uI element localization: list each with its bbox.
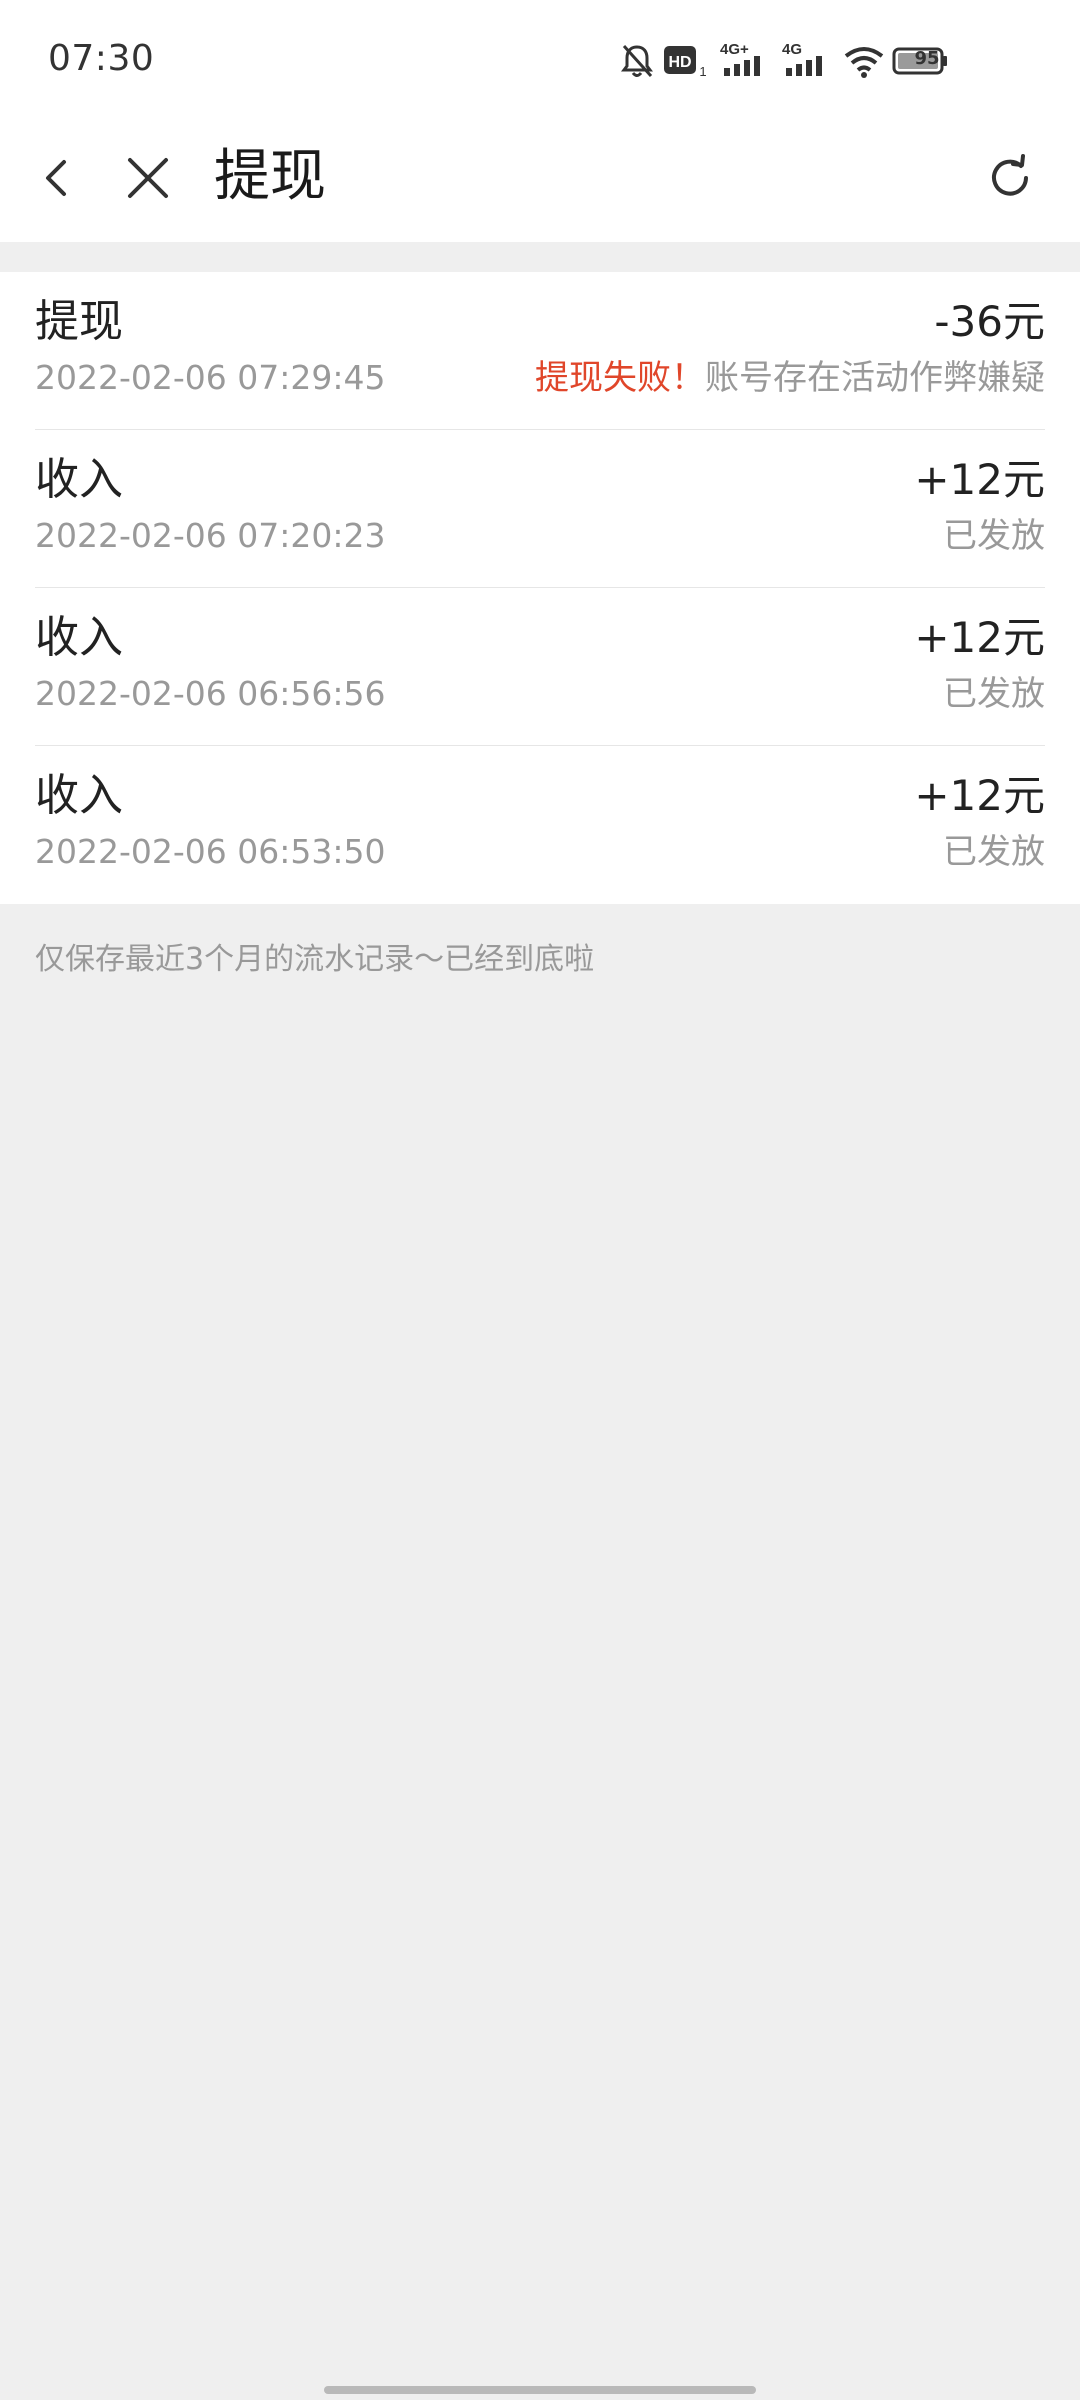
svg-text:4G+: 4G+ [720, 41, 749, 58]
transaction-time: 2022-02-06 07:29:45 [35, 358, 386, 397]
transaction-amount: -36元 [934, 297, 1045, 346]
transaction-title: 收入 [35, 770, 123, 821]
home-indicator[interactable] [324, 2386, 756, 2394]
4g-signal-icon: 4G [782, 41, 822, 76]
transaction-row[interactable]: 提现 2022-02-06 07:29:45 -36元 提现失败！账号存在活动作… [35, 272, 1045, 430]
footer-note: 仅保存最近3个月的流水记录～已经到底啦 [35, 942, 595, 977]
transaction-status: 已发放 [943, 832, 1045, 872]
app-header: 提现 [0, 120, 1080, 242]
svg-text:1: 1 [699, 64, 706, 79]
transaction-row[interactable]: 收入 2022-02-06 06:53:50 +12元 已发放 [35, 746, 1045, 904]
transaction-time: 2022-02-06 07:20:23 [35, 516, 386, 555]
transaction-amount: +12元 [914, 613, 1045, 662]
withdraw-failed-label: 提现失败！ [535, 358, 705, 398]
transaction-status: 提现失败！账号存在活动作弊嫌疑 [535, 356, 1045, 400]
transaction-amount: +12元 [914, 455, 1045, 504]
transaction-time: 2022-02-06 06:56:56 [35, 674, 386, 713]
status-time: 07:30 [48, 38, 155, 79]
transaction-status: 已发放 [943, 674, 1045, 714]
mute-bell-icon [621, 44, 653, 78]
4g-plus-signal-icon: 4G+ [720, 41, 760, 76]
transaction-title: 提现 [35, 296, 123, 347]
transaction-title: 收入 [35, 454, 123, 505]
transaction-row[interactable]: 收入 2022-02-06 07:20:23 +12元 已发放 [35, 430, 1045, 588]
transaction-row[interactable]: 收入 2022-02-06 06:56:56 +12元 已发放 [35, 588, 1045, 746]
svg-text:4G: 4G [782, 41, 802, 58]
status-icons: HD 1 4G+ 4G 95 [620, 40, 950, 84]
page-title: 提现 [214, 144, 326, 209]
svg-text:HD: HD [668, 54, 691, 71]
status-bar: 07:30 HD 1 4G+ 4G 95 [0, 0, 1080, 120]
hd-icon: HD 1 [664, 46, 707, 79]
back-icon[interactable] [28, 148, 88, 208]
wifi-icon [844, 47, 884, 78]
transaction-title: 收入 [35, 612, 123, 663]
transaction-list: 提现 2022-02-06 07:29:45 -36元 提现失败！账号存在活动作… [0, 272, 1080, 904]
status-reason: 账号存在活动作弊嫌疑 [705, 358, 1045, 398]
battery-level: 95 [914, 48, 940, 69]
close-icon[interactable] [118, 148, 178, 208]
transaction-time: 2022-02-06 06:53:50 [35, 832, 386, 871]
transaction-status: 已发放 [943, 516, 1045, 556]
transaction-amount: +12元 [914, 771, 1045, 820]
refresh-icon[interactable] [980, 148, 1040, 208]
